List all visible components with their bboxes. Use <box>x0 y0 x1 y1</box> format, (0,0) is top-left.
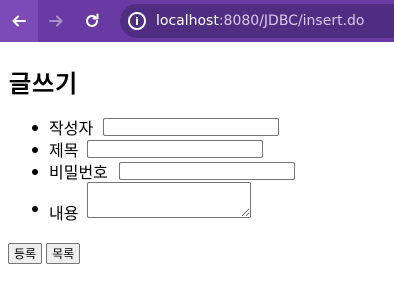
page-title: 글쓰기 <box>9 70 79 98</box>
bullet <box>32 125 38 131</box>
title-input[interactable] <box>87 140 263 158</box>
site-info-icon[interactable]: i <box>128 12 146 30</box>
arrow-right-icon <box>49 15 63 27</box>
url-host: localhost <box>156 13 219 29</box>
bullet <box>32 206 38 212</box>
back-button[interactable] <box>0 0 38 42</box>
title-label: 제목 <box>49 141 79 160</box>
content-label: 내용 <box>49 204 79 223</box>
submit-button[interactable]: 등록 <box>8 243 43 264</box>
arrow-left-icon <box>12 15 26 27</box>
form-buttons: 등록 목록 <box>8 243 81 264</box>
forward-button[interactable] <box>38 0 74 42</box>
url-text: localhost:8080/JDBC/insert.do <box>156 13 364 29</box>
author-label: 작성자 <box>49 119 94 138</box>
password-input[interactable] <box>119 162 295 180</box>
author-input[interactable] <box>103 118 279 136</box>
url-path: :8080/JDBC/insert.do <box>218 13 365 29</box>
bullet <box>32 169 38 175</box>
address-bar[interactable]: i localhost:8080/JDBC/insert.do <box>120 4 394 38</box>
browser-toolbar: i localhost:8080/JDBC/insert.do <box>0 0 394 42</box>
content-textarea[interactable] <box>87 182 251 218</box>
reload-icon <box>86 13 99 27</box>
list-button[interactable]: 목록 <box>46 243 81 264</box>
bullet <box>32 147 38 153</box>
reload-button[interactable] <box>74 0 110 42</box>
password-label: 비밀번호 <box>49 163 108 182</box>
